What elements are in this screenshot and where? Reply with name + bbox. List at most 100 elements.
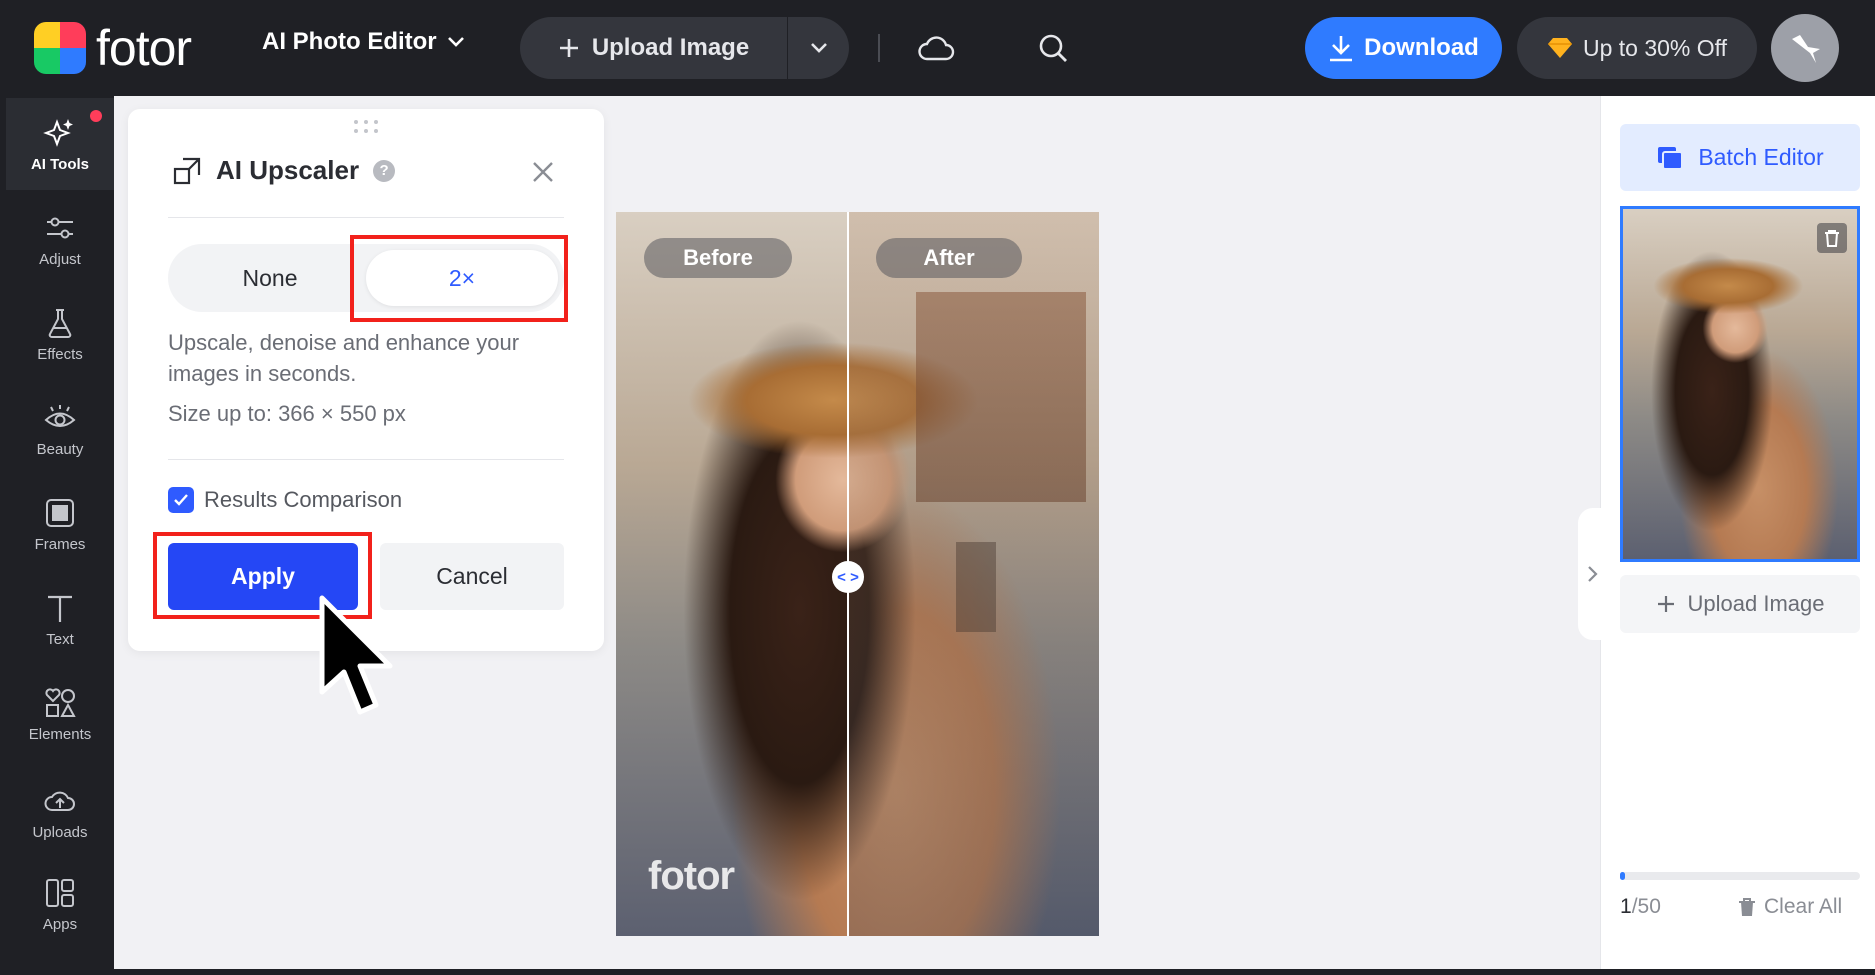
cloud-save-button[interactable] (916, 30, 956, 66)
progress-fill (1620, 872, 1625, 880)
chevron-down-icon (447, 37, 464, 47)
sidebar-item-frames[interactable]: Frames (6, 478, 114, 570)
batch-editor-button[interactable]: Batch Editor (1620, 124, 1860, 191)
after-label: After (876, 238, 1022, 278)
sidebar-item-label: AI Tools (30, 155, 90, 173)
checkmark-icon (174, 494, 188, 506)
background-doorway (956, 542, 996, 632)
panel-title: AI Upscaler (216, 155, 360, 185)
image-count-total: /50 (1631, 895, 1661, 918)
sidebar-item-uploads[interactable]: Uploads (6, 766, 114, 858)
fotor-watermark: fotor (648, 854, 735, 898)
diamond-icon (1547, 38, 1572, 58)
plus-icon (1657, 596, 1674, 612)
upload-options-dropdown[interactable] (788, 17, 849, 79)
panel-drag-handle[interactable] (354, 120, 382, 134)
upscale-icon (173, 157, 201, 184)
download-icon (1330, 36, 1353, 62)
close-icon (533, 162, 553, 182)
upload-image-right-label: Upload Image (1687, 591, 1825, 616)
results-comparison-checkbox[interactable] (168, 487, 194, 513)
mode-label: AI Photo Editor (262, 28, 437, 55)
notification-dot (90, 110, 102, 122)
clear-all-label: Clear All (1764, 895, 1843, 918)
highlight-box-2x (350, 235, 568, 322)
sidebar-item-label: Frames (34, 535, 86, 553)
mode-select-dropdown[interactable]: AI Photo Editor (262, 28, 465, 56)
promo-button[interactable]: Up to 30% Off (1517, 17, 1757, 79)
download-label: Download (1364, 34, 1479, 61)
shapes-icon (45, 687, 76, 717)
upload-image-right-button[interactable]: Upload Image (1620, 575, 1860, 633)
results-comparison-option[interactable]: Results Comparison (168, 487, 402, 513)
download-button[interactable]: Download (1305, 17, 1502, 79)
cancel-button[interactable]: Cancel (380, 543, 564, 610)
plus-icon (559, 39, 578, 57)
sidebar-item-label: Effects (37, 345, 83, 363)
logo-mark-icon (34, 22, 86, 74)
sidebar-item-apps[interactable]: Apps (6, 858, 114, 950)
promo-label: Up to 30% Off (1582, 34, 1728, 61)
flask-icon (48, 308, 72, 338)
panel-divider (168, 459, 564, 460)
search-button[interactable] (1033, 28, 1073, 68)
bird-avatar-icon (1792, 35, 1820, 63)
sidebar-item-elements[interactable]: Elements (6, 668, 114, 760)
clear-all-button[interactable]: Clear All (1738, 895, 1842, 919)
apps-icon (46, 878, 74, 907)
sidebar-item-label: Text (46, 630, 74, 648)
chevron-right-icon (1588, 566, 1598, 582)
collapse-right-panel-button[interactable] (1578, 508, 1608, 640)
option-none[interactable]: None (174, 250, 366, 306)
sidebar-item-text[interactable]: Text (6, 573, 114, 665)
trash-icon (1739, 898, 1755, 916)
sliders-icon (47, 217, 73, 238)
upscaler-description: Upscale, denoise and enhance your images… (168, 330, 520, 386)
search-icon (1039, 34, 1067, 62)
image-count: 1/50 (1620, 895, 1661, 919)
sidebar-item-label: Apps (42, 915, 78, 933)
sidebar-item-label: Beauty (36, 440, 84, 458)
sidebar-item-label: Adjust (39, 250, 81, 268)
background-building (916, 292, 1086, 502)
sidebar-item-label: Elements (28, 725, 92, 743)
sidebar-item-effects[interactable]: Effects (6, 288, 114, 380)
avatar[interactable] (1771, 14, 1839, 82)
upload-image-group: Upload Image (520, 17, 849, 79)
fotor-logo[interactable]: fotor (34, 20, 192, 76)
image-count-progress (1620, 872, 1860, 880)
text-icon (48, 595, 72, 622)
sidebar-item-ai-tools[interactable]: AI Tools (6, 98, 114, 190)
size-limit-text: Size up to: 366 × 550 px (168, 401, 406, 426)
help-icon[interactable]: ? (373, 159, 396, 182)
delete-thumbnail-button[interactable] (1817, 223, 1847, 253)
sparkle-icon (43, 118, 73, 147)
left-sidebar: AI Tools Adjust Effects Beauty Frames Te… (0, 96, 114, 975)
close-panel-button[interactable] (528, 157, 558, 187)
panel-divider (168, 217, 564, 218)
mouse-pointer-icon (319, 595, 393, 715)
image-thumbnail[interactable] (1620, 206, 1860, 562)
results-comparison-label: Results Comparison (204, 487, 403, 512)
photo-comparison-preview[interactable]: < > Before After fotor (616, 212, 1099, 936)
sidebar-item-beauty[interactable]: Beauty (6, 383, 114, 475)
toolbar-divider (878, 34, 880, 62)
sidebar-item-adjust[interactable]: Adjust (6, 193, 114, 285)
cloud-icon (918, 36, 955, 61)
cloud-upload-icon (44, 791, 75, 811)
panel-header: AI Upscaler ? (172, 155, 396, 186)
image-count-current: 1 (1620, 895, 1632, 918)
before-label: Before (644, 238, 792, 278)
logo-text: fotor (96, 20, 192, 76)
compare-slider-handle[interactable]: < > (832, 561, 864, 593)
chevron-down-icon (810, 43, 827, 53)
trash-icon (1825, 230, 1839, 247)
upload-image-label: Upload Image (591, 34, 750, 61)
eye-icon (44, 404, 76, 427)
frame-icon (46, 498, 74, 527)
upload-image-button[interactable]: Upload Image (520, 17, 788, 79)
layers-icon (1658, 146, 1684, 170)
batch-editor-label: Batch Editor (1698, 144, 1824, 170)
top-bar: fotor AI Photo Editor Upload Image Downl… (0, 0, 1875, 96)
sidebar-item-label: Uploads (32, 823, 88, 841)
